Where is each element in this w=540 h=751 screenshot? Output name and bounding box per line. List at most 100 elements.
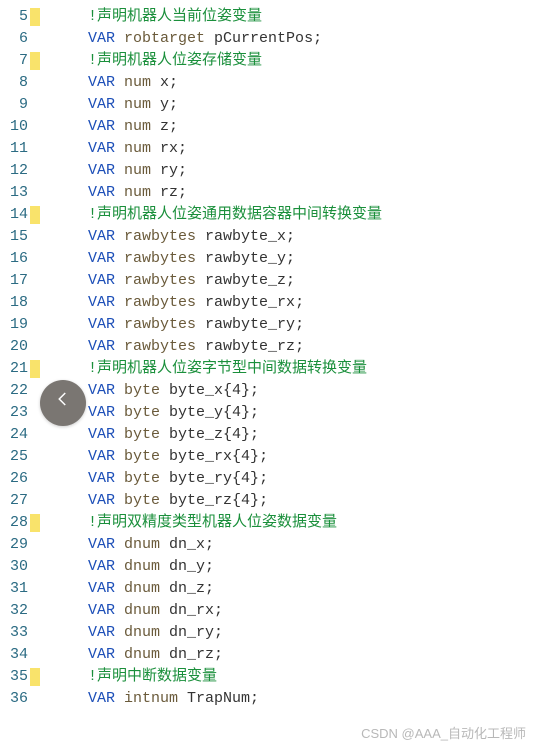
code-content[interactable]: VAR byte byte_ry{4}; bbox=[88, 468, 268, 490]
code-content[interactable]: VAR rawbytes rawbyte_z; bbox=[88, 270, 295, 292]
token-kw: VAR bbox=[88, 294, 115, 311]
code-content[interactable]: VAR dnum dn_rx; bbox=[88, 600, 223, 622]
code-content[interactable]: !声明机器人位姿存储变量 bbox=[88, 50, 262, 72]
line-number: 29 bbox=[0, 534, 30, 556]
line-number: 28 bbox=[0, 512, 30, 534]
code-line[interactable]: 19VAR rawbytes rawbyte_ry; bbox=[0, 314, 540, 336]
token-id: byte_rz{4}; bbox=[160, 492, 268, 509]
code-line[interactable]: 9 VAR num y; bbox=[0, 94, 540, 116]
code-content[interactable]: VAR num ry; bbox=[88, 160, 187, 182]
token-id: rawbyte_y; bbox=[196, 250, 295, 267]
token-kw: VAR bbox=[88, 470, 115, 487]
code-content[interactable]: !声明双精度类型机器人位姿数据变量 bbox=[88, 512, 337, 534]
code-content[interactable]: !声明机器人位姿字节型中间数据转换变量 bbox=[88, 358, 367, 380]
token-ty: rawbytes bbox=[124, 228, 196, 245]
code-content[interactable]: VAR byte byte_z{4}; bbox=[88, 424, 259, 446]
code-content[interactable]: VAR dnum dn_y; bbox=[88, 556, 214, 578]
code-content[interactable]: VAR dnum dn_x; bbox=[88, 534, 214, 556]
code-line[interactable]: 24VAR byte byte_z{4}; bbox=[0, 424, 540, 446]
code-line[interactable]: 36VAR intnum TrapNum; bbox=[0, 688, 540, 710]
token-id bbox=[115, 492, 124, 509]
code-line[interactable]: 13VAR num rz; bbox=[0, 182, 540, 204]
code-line[interactable]: 18VAR rawbytes rawbyte_rx; bbox=[0, 292, 540, 314]
change-marker bbox=[30, 536, 40, 554]
code-content[interactable]: !声明机器人当前位姿变量 bbox=[88, 6, 262, 28]
code-content[interactable]: VAR intnum TrapNum; bbox=[88, 688, 259, 710]
code-line[interactable]: 10 VAR num z; bbox=[0, 116, 540, 138]
token-id bbox=[115, 426, 124, 443]
code-line[interactable]: 16VAR rawbytes rawbyte_y; bbox=[0, 248, 540, 270]
code-line[interactable]: 21!声明机器人位姿字节型中间数据转换变量 bbox=[0, 358, 540, 380]
code-line[interactable]: 15VAR rawbytes rawbyte_x; bbox=[0, 226, 540, 248]
change-marker bbox=[30, 316, 40, 334]
back-button[interactable] bbox=[40, 380, 86, 426]
token-cmt: !声明双精度类型机器人位姿数据变量 bbox=[88, 514, 337, 531]
code-content[interactable]: VAR rawbytes rawbyte_rz; bbox=[88, 336, 304, 358]
code-line[interactable]: 30VAR dnum dn_y; bbox=[0, 556, 540, 578]
code-line[interactable]: 8VAR num x; bbox=[0, 72, 540, 94]
code-content[interactable]: VAR num y; bbox=[88, 94, 178, 116]
line-number: 11 bbox=[0, 138, 30, 160]
code-line[interactable]: 34 VAR dnum dn_rz; bbox=[0, 644, 540, 666]
change-marker bbox=[30, 668, 40, 686]
code-line[interactable]: 12VAR num ry; bbox=[0, 160, 540, 182]
token-id: rawbyte_rz; bbox=[196, 338, 304, 355]
code-content[interactable]: VAR byte byte_y{4}; bbox=[88, 402, 259, 424]
code-content[interactable]: VAR num rx; bbox=[88, 138, 187, 160]
line-number: 34 bbox=[0, 644, 30, 666]
code-content[interactable]: VAR num rz; bbox=[88, 182, 187, 204]
token-id: dn_z; bbox=[160, 580, 214, 597]
change-marker bbox=[30, 8, 40, 26]
code-line[interactable]: 5!声明机器人当前位姿变量 bbox=[0, 6, 540, 28]
change-marker bbox=[30, 162, 40, 180]
code-content[interactable]: VAR byte byte_x{4}; bbox=[88, 380, 259, 402]
code-line[interactable]: 7!声明机器人位姿存储变量 bbox=[0, 50, 540, 72]
token-kw: VAR bbox=[88, 404, 115, 421]
code-line[interactable]: 35!声明中断数据变量 bbox=[0, 666, 540, 688]
code-editor[interactable]: 5!声明机器人当前位姿变量6VAR robtarget pCurrentPos;… bbox=[0, 0, 540, 710]
code-content[interactable]: VAR dnum dn_rz; bbox=[88, 644, 223, 666]
token-id: byte_z{4}; bbox=[160, 426, 259, 443]
token-id bbox=[115, 118, 124, 135]
code-line[interactable]: 27VAR byte byte_rz{4}; bbox=[0, 490, 540, 512]
line-number: 10 bbox=[0, 116, 30, 138]
code-line[interactable]: 28 !声明双精度类型机器人位姿数据变量 bbox=[0, 512, 540, 534]
code-content[interactable]: VAR dnum dn_z; bbox=[88, 578, 214, 600]
code-line[interactable]: 14!声明机器人位姿通用数据容器中间转换变量 bbox=[0, 204, 540, 226]
code-line[interactable]: 20VAR rawbytes rawbyte_rz; bbox=[0, 336, 540, 358]
code-line[interactable]: 29 VAR dnum dn_x; bbox=[0, 534, 540, 556]
token-id: rz; bbox=[151, 184, 187, 201]
change-marker bbox=[30, 184, 40, 202]
code-content[interactable]: VAR byte byte_rx{4}; bbox=[88, 446, 268, 468]
code-line[interactable]: 26VAR byte byte_ry{4}; bbox=[0, 468, 540, 490]
code-line[interactable]: 31VAR dnum dn_z; bbox=[0, 578, 540, 600]
code-line[interactable]: 17VAR rawbytes rawbyte_z; bbox=[0, 270, 540, 292]
code-content[interactable]: VAR num z; bbox=[88, 116, 178, 138]
code-content[interactable]: VAR rawbytes rawbyte_ry; bbox=[88, 314, 304, 336]
code-line[interactable]: 32VAR dnum dn_rx; bbox=[0, 600, 540, 622]
token-kw: VAR bbox=[88, 690, 115, 707]
line-number: 9 bbox=[0, 94, 30, 116]
change-marker bbox=[30, 338, 40, 356]
code-line[interactable]: 6VAR robtarget pCurrentPos; bbox=[0, 28, 540, 50]
code-content[interactable]: VAR rawbytes rawbyte_y; bbox=[88, 248, 295, 270]
line-number: 22 bbox=[0, 380, 30, 402]
code-content[interactable]: !声明中断数据变量 bbox=[88, 666, 217, 688]
token-id bbox=[115, 602, 124, 619]
code-line[interactable]: 33VAR dnum dn_ry; bbox=[0, 622, 540, 644]
code-content[interactable]: VAR byte byte_rz{4}; bbox=[88, 490, 268, 512]
token-ty: dnum bbox=[124, 536, 160, 553]
code-content[interactable]: VAR rawbytes rawbyte_rx; bbox=[88, 292, 304, 314]
token-kw: VAR bbox=[88, 492, 115, 509]
code-content[interactable]: !声明机器人位姿通用数据容器中间转换变量 bbox=[88, 204, 382, 226]
code-content[interactable]: VAR rawbytes rawbyte_x; bbox=[88, 226, 295, 248]
code-content[interactable]: VAR robtarget pCurrentPos; bbox=[88, 28, 322, 50]
token-ty: byte bbox=[124, 382, 160, 399]
code-content[interactable]: VAR dnum dn_ry; bbox=[88, 622, 223, 644]
code-line[interactable]: 11 VAR num rx; bbox=[0, 138, 540, 160]
token-id bbox=[115, 96, 124, 113]
code-line[interactable]: 25VAR byte byte_rx{4}; bbox=[0, 446, 540, 468]
token-kw: VAR bbox=[88, 338, 115, 355]
token-kw: VAR bbox=[88, 426, 115, 443]
code-content[interactable]: VAR num x; bbox=[88, 72, 178, 94]
